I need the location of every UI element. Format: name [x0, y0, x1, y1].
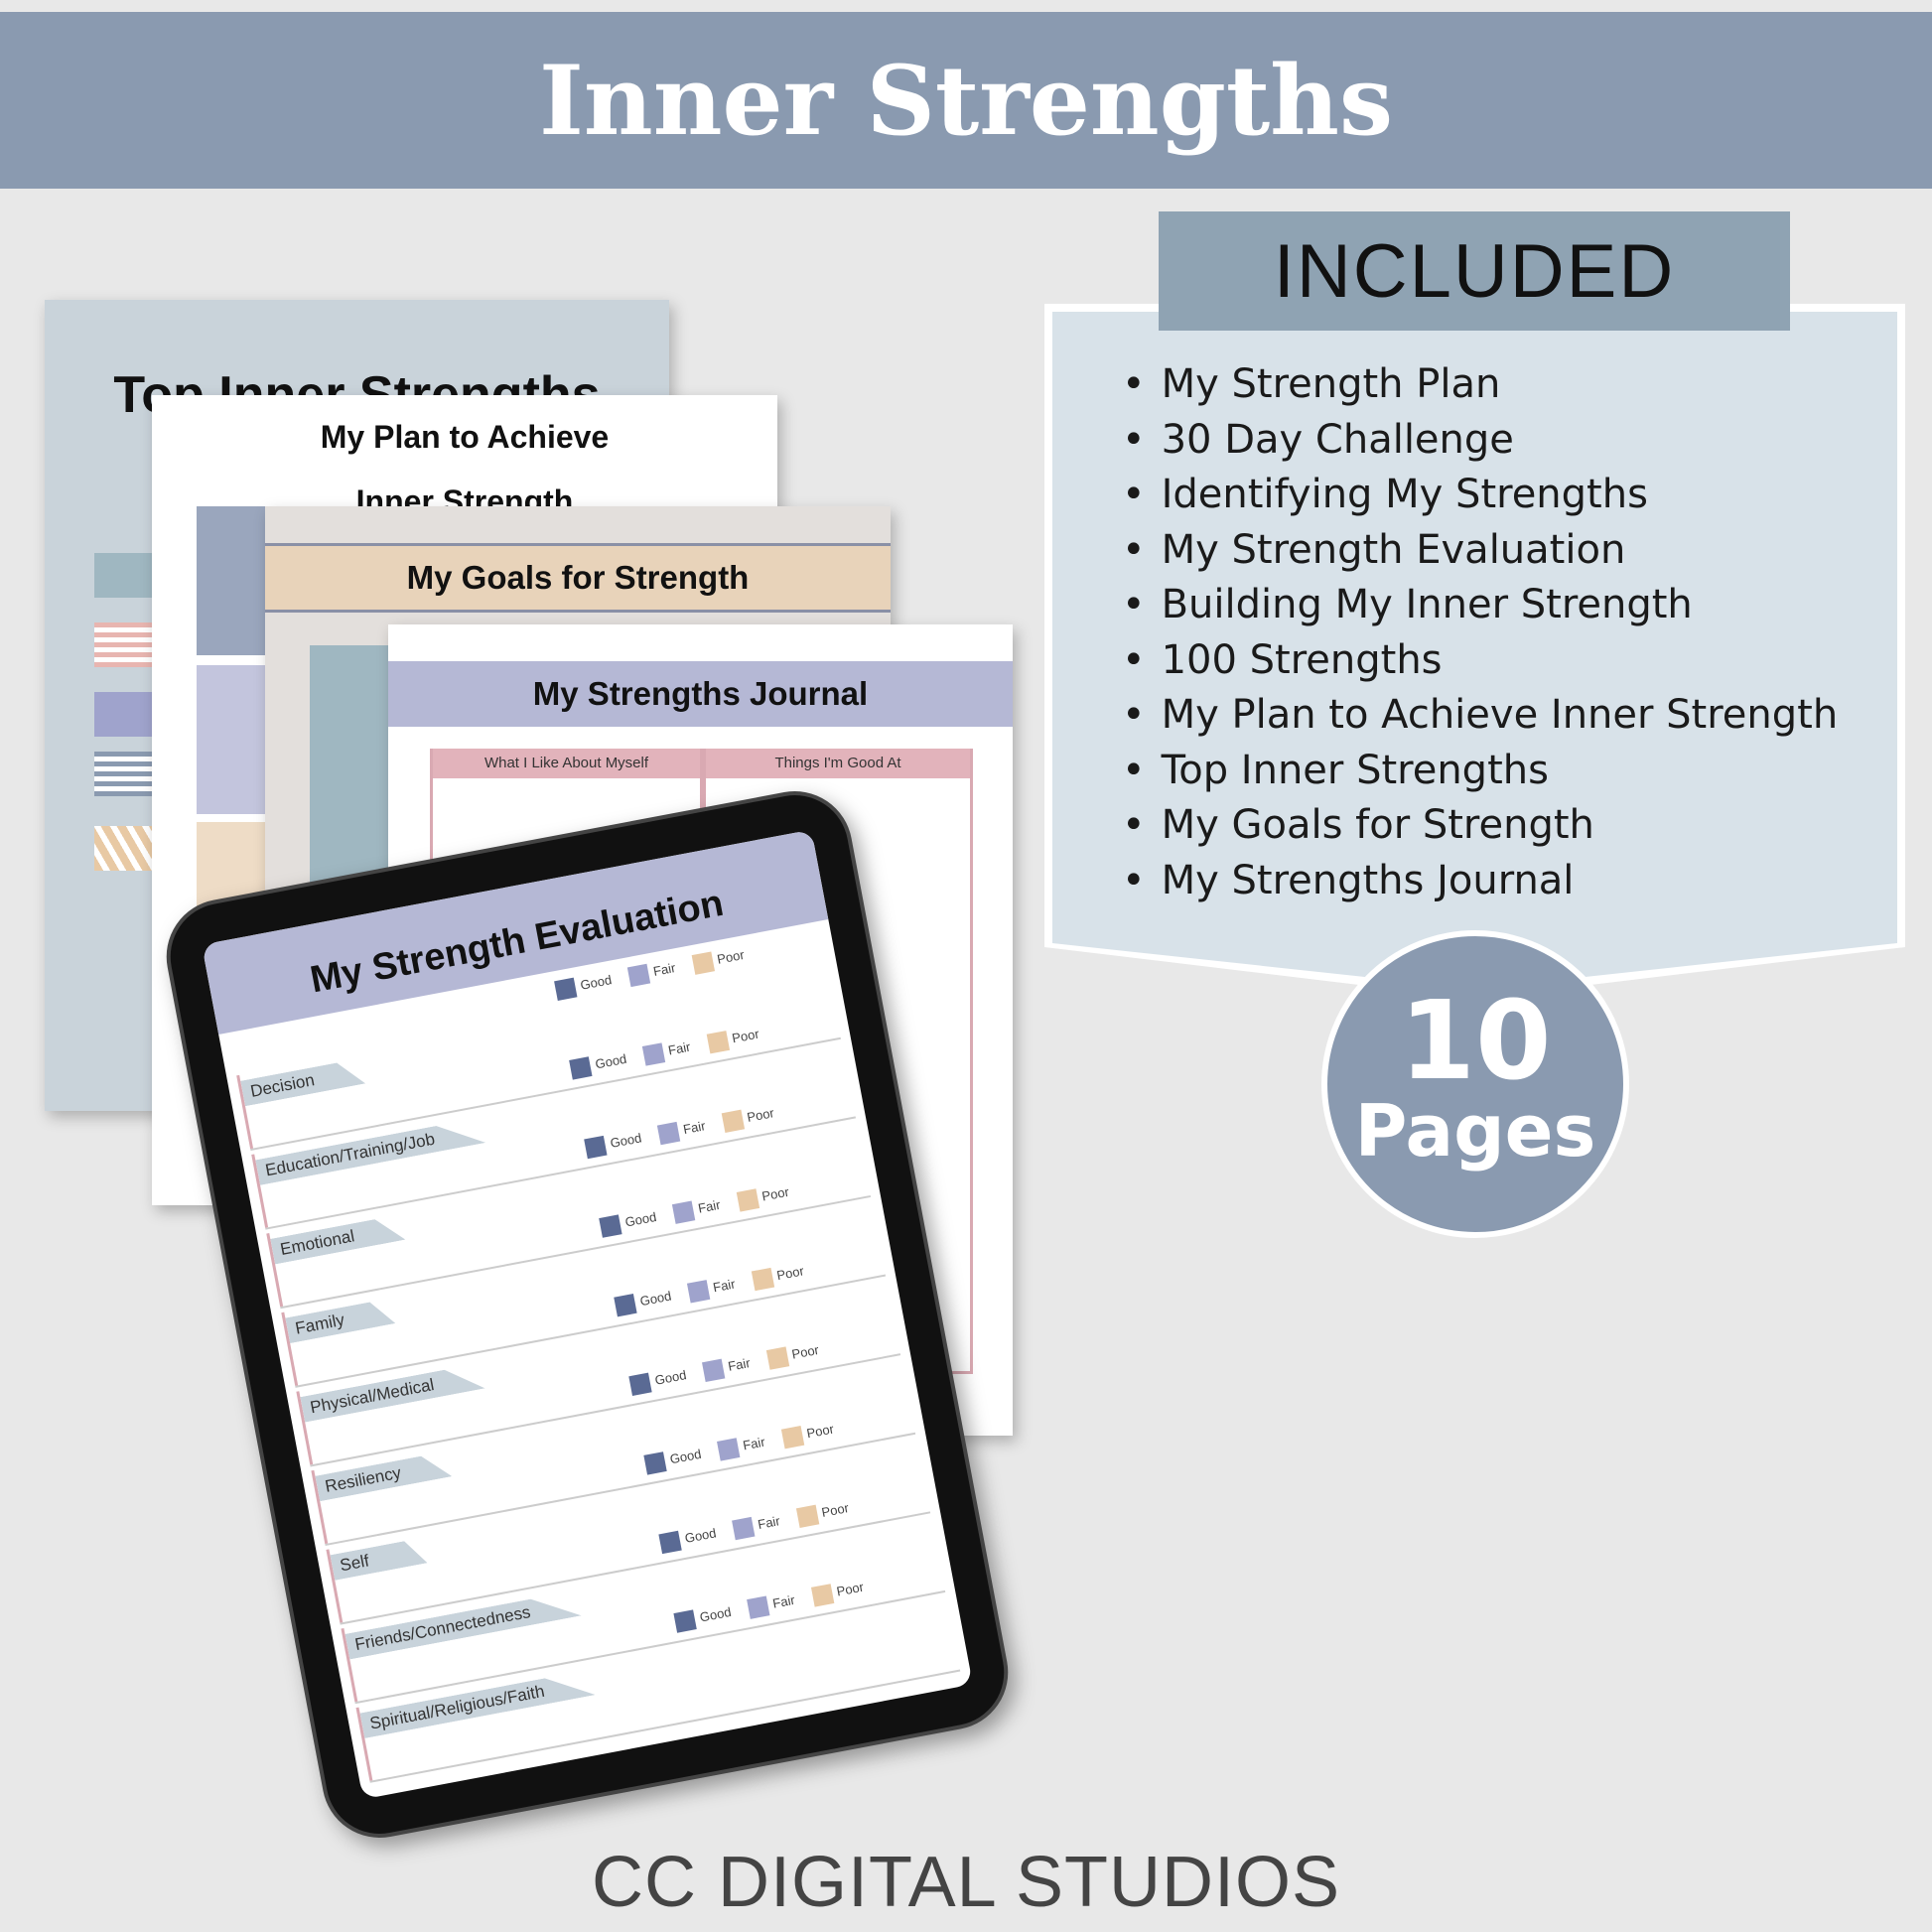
row-label: Self Care [330, 1538, 427, 1581]
rating-good[interactable]: Good [554, 971, 614, 1001]
rating-checkbox[interactable] [687, 1280, 711, 1304]
rating-label: Poor [835, 1579, 866, 1599]
included-item: My Strength Evaluation [1122, 523, 1838, 579]
row-border: Self Care [326, 1549, 343, 1623]
rating-checkbox[interactable] [628, 1372, 652, 1396]
rating-label: Fair [696, 1196, 722, 1216]
page-title: Inner Strengths [538, 44, 1393, 157]
row-border: Education/Training/Job [251, 1154, 268, 1228]
tablet-screen: My Strength Evaluation Decision Making Go… [202, 829, 973, 1800]
rating-label: Good [683, 1525, 718, 1546]
rating-checkbox[interactable] [810, 1584, 834, 1607]
journal-col-header: What I Like About Myself [433, 749, 700, 778]
rating-label: Good [698, 1603, 733, 1625]
rating-checkbox[interactable] [706, 1031, 730, 1054]
page-count-label: Pages [1354, 1089, 1596, 1173]
rating-label: Fair [742, 1434, 766, 1453]
page-count: 10 [1399, 977, 1552, 1104]
rating-checkbox[interactable] [780, 1426, 804, 1449]
rating-checkbox[interactable] [584, 1135, 608, 1160]
rating-checkbox[interactable] [732, 1516, 756, 1541]
rating-label: Good [594, 1050, 628, 1072]
included-item: My Plan to Achieve Inner Strength [1122, 688, 1839, 744]
rating-label: Good [579, 972, 614, 993]
rating-label: Good [609, 1130, 643, 1151]
rating-poor[interactable]: Poor [691, 946, 746, 975]
row-border: Physical/Medical Health [296, 1391, 313, 1465]
row-border: Decision Making [236, 1075, 253, 1150]
included-item: Building My Inner Strength [1122, 578, 1838, 633]
rating-checkbox[interactable] [569, 1056, 593, 1080]
rating-label: Poor [775, 1263, 805, 1284]
rating-checkbox[interactable] [599, 1214, 622, 1238]
included-list: My Strength Plan 30 Day Challenge Identi… [1122, 357, 1839, 909]
rating-label: Good [653, 1367, 688, 1388]
rating-checkbox[interactable] [672, 1200, 696, 1224]
row-border: Resiliency [311, 1470, 328, 1545]
row-border: Spiritual/Religious/Faith [355, 1708, 373, 1781]
rating-checkbox[interactable] [702, 1358, 726, 1383]
rating-label: Fair [711, 1276, 737, 1296]
plan-title-line1: My Plan to Achieve [320, 419, 610, 455]
included-item: Identifying My Strengths [1122, 468, 1838, 523]
brand-footer: CC DIGITAL STUDIOS [591, 1843, 1341, 1922]
rating-label: Fair [757, 1513, 781, 1533]
rating-checkbox[interactable] [673, 1609, 698, 1633]
rating-checkbox[interactable] [765, 1346, 789, 1370]
rating-label: Fair [771, 1591, 796, 1611]
rating-checkbox[interactable] [641, 1042, 666, 1066]
rating-checkbox[interactable] [795, 1504, 819, 1529]
journal-title: My Strengths Journal [388, 661, 1013, 727]
rating-checkbox[interactable] [717, 1438, 741, 1461]
included-item: 100 Strengths [1122, 633, 1838, 689]
included-heading: INCLUDED [1159, 211, 1790, 331]
included-item: My Goals for Strength [1122, 798, 1838, 854]
rating-label: Good [668, 1446, 703, 1467]
page-count-badge: 10 Pages [1321, 930, 1629, 1238]
rating-label: Fair [651, 960, 677, 979]
rating-label: Fair [726, 1354, 752, 1374]
rating-fair[interactable]: Fair [626, 959, 677, 988]
included-item: My Strength Plan [1122, 357, 1838, 413]
rating-label: Poor [790, 1341, 820, 1362]
rating-checkbox[interactable] [626, 963, 651, 988]
row-label: Decision Making [240, 1058, 365, 1106]
rating-checkbox[interactable] [736, 1188, 759, 1212]
title-banner: Inner Strengths [0, 12, 1932, 189]
rating-checkbox[interactable] [657, 1121, 681, 1146]
rating-checkbox[interactable] [747, 1595, 770, 1619]
rating-checkbox[interactable] [658, 1530, 683, 1555]
rating-checkbox[interactable] [721, 1109, 745, 1134]
included-item: Top Inner Strengths [1122, 744, 1838, 799]
rating-label: Poor [716, 946, 746, 967]
rating-label: Fair [666, 1038, 692, 1058]
rating-label: Fair [681, 1118, 707, 1138]
rating-label: Poor [760, 1183, 790, 1204]
rating-checkbox[interactable] [751, 1267, 774, 1292]
rating-checkbox[interactable] [614, 1293, 637, 1317]
rating-label: Poor [805, 1421, 836, 1442]
journal-col-header: Things I'm Good At [706, 749, 970, 778]
rating-label: Poor [746, 1105, 775, 1125]
goals-title: My Goals for Strength [265, 543, 891, 613]
rating-label: Good [638, 1288, 673, 1310]
rating-checkbox[interactable] [691, 951, 715, 975]
row-border: Emotional Strengths [266, 1233, 283, 1308]
rating-label: Poor [820, 1500, 851, 1520]
row-border: Friends/Connectedness [341, 1628, 357, 1703]
rating-label: Poor [731, 1026, 760, 1046]
rating-checkbox[interactable] [643, 1451, 668, 1475]
rating-checkbox[interactable] [554, 977, 578, 1001]
row-border: Family [281, 1312, 298, 1386]
included-item: My Strengths Journal [1122, 854, 1838, 909]
included-item: 30 Day Challenge [1122, 413, 1838, 469]
rating-label: Good [623, 1208, 658, 1230]
row-label: Family [285, 1298, 395, 1343]
